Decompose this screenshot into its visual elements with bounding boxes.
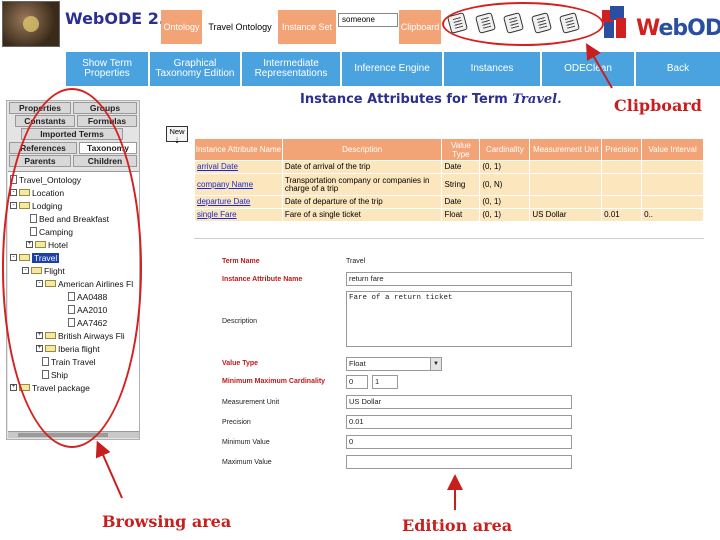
measurement-unit-input[interactable]: US Dollar (346, 395, 572, 409)
clipboard-highlight-ellipse (442, 2, 604, 46)
table-cell: (0, 1) (479, 208, 531, 222)
new-attribute-button[interactable]: New ⇣ (166, 126, 188, 145)
cardinality-min-input[interactable]: 0 (346, 375, 368, 389)
attribute-link[interactable]: single Fare (194, 208, 283, 222)
section-divider (194, 238, 704, 239)
attribute-link[interactable]: company Name (194, 173, 283, 196)
page-title-prefix: Instance Attributes for Term (300, 92, 508, 107)
precision-input[interactable]: 0.01 (346, 415, 572, 429)
page-title-term: Travel. (512, 92, 562, 107)
top-header: WebODE 2.0 Ontology Travel Ontology Inst… (0, 0, 720, 50)
measurement-unit-label: Measurement Unit (222, 399, 280, 406)
attribute-name-input[interactable]: return fare (346, 272, 572, 286)
dropdown-arrow-icon[interactable]: ▼ (430, 358, 441, 370)
table-cell: (0, 1) (479, 195, 531, 209)
table-cell (641, 195, 704, 209)
cardinality-max-input[interactable]: 1 (372, 375, 398, 389)
table-row: departure Date Date of departure of the … (194, 195, 704, 209)
table-row: company Name Transportation company or c… (194, 173, 704, 196)
webode-logo-image (2, 1, 60, 47)
nav-show-term-properties[interactable]: Show Term Properties (66, 52, 148, 86)
description-label: Description (222, 318, 258, 325)
instance-attributes-table: Instance Attribute Name Description Valu… (194, 138, 704, 222)
maximum-value-label: Maximum Value (222, 459, 272, 466)
table-cell (529, 160, 603, 174)
table-cell: 0.. (641, 208, 704, 222)
col-header-name[interactable]: Instance Attribute Name (194, 138, 283, 161)
col-header-measurement-unit[interactable]: Measurement Unit (529, 138, 603, 161)
table-cell: Date of departure of the trip (281, 195, 443, 209)
tab-instance-set[interactable]: Instance Set (278, 10, 336, 44)
table-cell: US Dollar (529, 208, 603, 222)
table-cell: Date (441, 195, 481, 209)
table-cell: (0, 1) (479, 160, 531, 174)
ontology-value: Travel Ontology (203, 10, 277, 44)
app-title: WebODE 2.0 (65, 9, 177, 28)
attribute-link[interactable]: arrival Date (194, 160, 283, 174)
maximum-value-input[interactable] (346, 455, 572, 469)
attribute-name-label: Instance Attribute Name (222, 276, 303, 283)
table-row: single Fare Fare of a single ticket Floa… (194, 208, 704, 222)
table-cell (601, 195, 643, 209)
minimum-value-label: Minimum Value (222, 439, 270, 446)
cardinality-label: Minimum Maximum Cardinality (222, 378, 326, 385)
browsing-area-annotation: Browsing area (102, 512, 232, 531)
clipboard-annotation: Clipboard (614, 96, 702, 115)
brand-name: ebODE (658, 16, 720, 41)
precision-label: Precision (222, 419, 251, 426)
tab-ontology[interactable]: Ontology (161, 10, 202, 44)
table-cell: Date of arrival of the trip (281, 160, 443, 174)
page-title: Instance Attributes for Term Travel. (300, 92, 562, 107)
nav-graphical-taxonomy-edition[interactable]: Graphical Taxonomy Edition (150, 52, 240, 86)
term-name-value: Travel (346, 258, 366, 265)
table-cell (601, 173, 643, 196)
value-type-select[interactable]: Float ▼ (346, 357, 442, 371)
table-cell (641, 160, 704, 174)
table-cell: 0.01 (601, 208, 643, 222)
attribute-link[interactable]: departure Date (194, 195, 283, 209)
table-row: arrival Date Date of arrival of the trip… (194, 160, 704, 174)
tab-clipboard[interactable]: Clipboard (399, 10, 441, 44)
table-cell: Float (441, 208, 481, 222)
table-cell (529, 173, 603, 196)
description-textarea[interactable]: Fare of a return ticket (346, 291, 572, 347)
table-cell (601, 160, 643, 174)
col-header-cardinality[interactable]: Cardinality (479, 138, 531, 161)
table-cell: Date (441, 160, 481, 174)
nav-intermediate-representations[interactable]: Intermediate Representations (242, 52, 340, 86)
instance-set-input[interactable]: someone (338, 13, 398, 27)
table-cell (641, 173, 704, 196)
table-cell: Fare of a single ticket (281, 208, 443, 222)
col-header-value-type[interactable]: Value Type (441, 138, 481, 161)
nav-bar: Show Term Properties Graphical Taxonomy … (66, 50, 720, 88)
table-cell: Transportation company or companies in c… (281, 173, 443, 196)
webode-brand-logo: WebODE (600, 4, 720, 46)
nav-odeclean[interactable]: ODEClean (542, 52, 634, 86)
term-name-label: Term Name (222, 258, 260, 265)
brand-w: W (636, 16, 660, 41)
edition-area-annotation: Edition area (402, 516, 513, 535)
table-cell: (0, N) (479, 173, 531, 196)
table-cell (529, 195, 603, 209)
nav-back[interactable]: Back (636, 52, 720, 86)
col-header-value-interval[interactable]: Value Interval (641, 138, 704, 161)
table-cell: String (441, 173, 481, 196)
browsing-area-highlight-ellipse (2, 88, 142, 448)
col-header-description[interactable]: Description (281, 138, 443, 161)
col-header-precision[interactable]: Precision (601, 138, 643, 161)
minimum-value-input[interactable]: 0 (346, 435, 572, 449)
value-type-label: Value Type (222, 360, 259, 367)
expand-toggle-icon[interactable]: + (10, 384, 17, 391)
nav-inference-engine[interactable]: Inference Engine (342, 52, 442, 86)
nav-instances[interactable]: Instances (444, 52, 540, 86)
